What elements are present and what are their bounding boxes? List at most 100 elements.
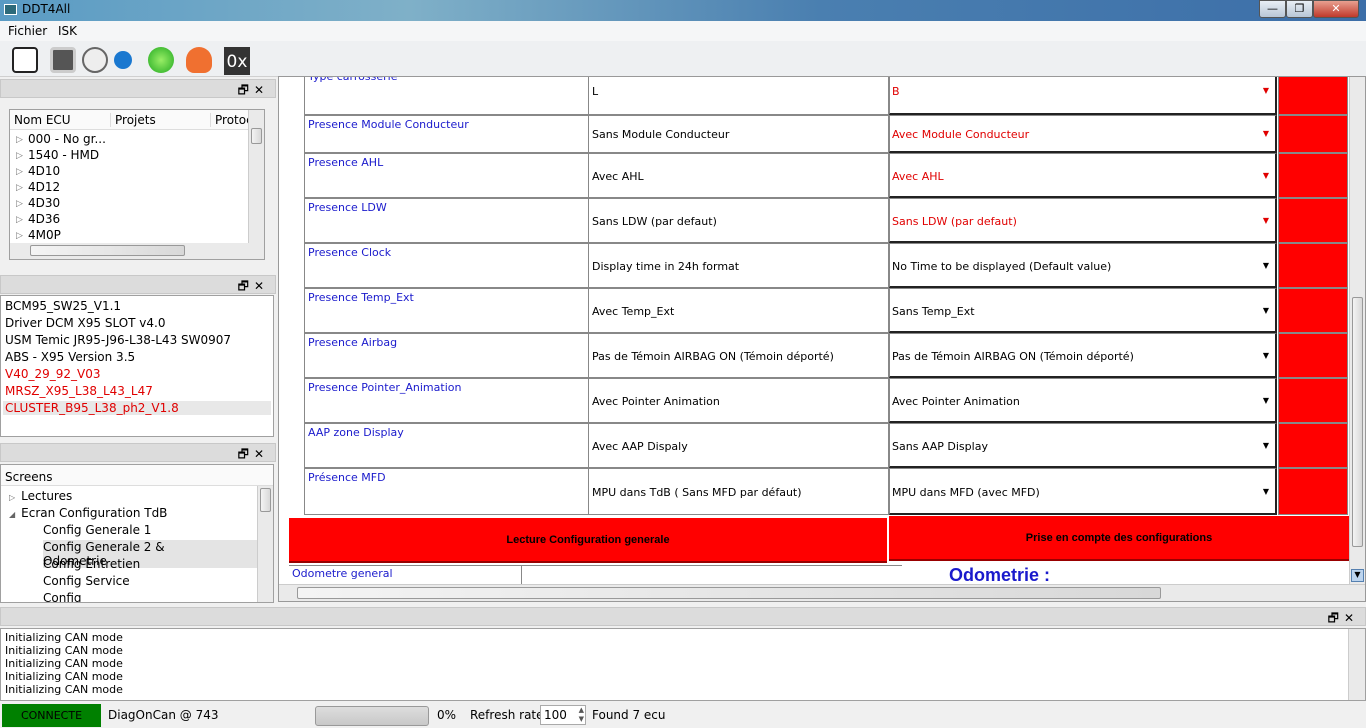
screen-item[interactable]: Config Entretien [43, 557, 140, 571]
ecu-item[interactable]: 000 - No gr... [16, 132, 106, 147]
ecu-list-item[interactable]: ABS - X95 Version 3.5 [5, 350, 135, 364]
ecu-list-item[interactable]: V40_29_92_V03 [5, 367, 101, 381]
screen-item[interactable]: ▷ Lectures [9, 489, 72, 503]
ecu-tree-hscroll[interactable] [10, 243, 264, 259]
param-combo-value: Sans LDW (par defaut) [892, 214, 1017, 228]
odometer-title: Odometrie : [949, 565, 1051, 585]
param-label: Presence Pointer_Animation [308, 381, 462, 394]
read-config-button[interactable]: Lecture Configuration generale [289, 518, 887, 563]
minimize-button[interactable]: — [1259, 0, 1286, 18]
param-select[interactable]: Sans AAP Display ▼ [889, 423, 1277, 468]
chevron-down-icon[interactable]: ▼ [1263, 86, 1269, 95]
param-current-value: Sans Module Conducteur [592, 128, 730, 141]
param-label: Présence MFD [308, 471, 386, 484]
close-button[interactable]: ✕ [1313, 0, 1359, 18]
ecu-list-item[interactable]: Driver DCM X95 SLOT v4.0 [5, 316, 165, 330]
panel-controls[interactable]: 🗗✕ [238, 81, 269, 102]
chevron-down-icon[interactable]: ▼ [1263, 441, 1269, 450]
ecu-tree-vscroll[interactable] [248, 110, 264, 243]
expand-icon[interactable]: ▷ [9, 493, 15, 502]
ecu-item[interactable]: 4M0P [16, 228, 61, 243]
refresh-rate-spinbox[interactable]: 100 ▲ ▼ [540, 705, 586, 725]
param-label-cell: Type carrosserie [304, 77, 589, 115]
screens-tree: Screens ▷ Lectures ◢ Ecran Configuration Td… [0, 464, 274, 603]
chevron-down-icon[interactable]: ▼ [1263, 487, 1269, 496]
chevron-down-icon[interactable]: ▼ [1263, 171, 1269, 180]
screen-item[interactable]: Config Generale 1 [43, 523, 151, 537]
param-status-indicator [1278, 378, 1348, 423]
param-status-indicator [1278, 288, 1348, 333]
chevron-down-icon[interactable]: ▼ [1263, 396, 1269, 405]
param-select[interactable]: No Time to be displayed (Default value) ▼ [889, 243, 1277, 288]
column-protocol[interactable]: Protoc [210, 113, 248, 127]
qr-search-icon[interactable] [12, 47, 38, 73]
param-label: Presence Clock [308, 246, 392, 259]
chevron-down-icon[interactable]: ▼ [1263, 216, 1269, 225]
param-select[interactable]: Pas de Témoin AIRBAG ON (Témoin déporté)… [889, 333, 1277, 378]
refresh-rate-value[interactable]: 100 [544, 708, 567, 722]
param-status-indicator [1278, 115, 1348, 153]
screen-item-label: Config [43, 591, 82, 603]
param-value-cell: Avec Temp_Ext [588, 288, 889, 333]
ecu-list-item[interactable]: MRSZ_X95_L38_L43_L47 [5, 384, 153, 398]
spin-arrows-icon[interactable]: ▲ ▼ [579, 706, 584, 724]
screen-item[interactable]: ◢ Ecran Configuration TdB [9, 506, 167, 520]
screen-item[interactable]: Config [43, 591, 82, 603]
refresh-green-icon[interactable] [148, 47, 174, 73]
screen-item[interactable]: Config Service [43, 574, 130, 588]
log-vscroll[interactable] [1348, 629, 1365, 700]
param-label-cell: Presence LDW [304, 198, 589, 243]
ecu-list-item[interactable]: BCM95_SW25_V1.1 [5, 299, 121, 313]
param-combo-value: Sans AAP Display [892, 439, 988, 453]
param-current-value: MPU dans TdB ( Sans MFD par défaut) [592, 485, 802, 499]
panel-controls[interactable]: 🗗✕ [1328, 609, 1359, 630]
apply-config-button[interactable]: Prise en compte des configurations [889, 516, 1349, 561]
expand-icon[interactable]: ◢ [9, 510, 15, 519]
chevron-down-icon[interactable]: ▼ [1263, 261, 1269, 270]
ecu-list-item[interactable]: USM Temic JR95-J96-L38-L43 SW0907 [5, 333, 231, 347]
column-projets[interactable]: Projets [110, 113, 210, 127]
maximize-button[interactable]: ❐ [1286, 0, 1313, 18]
param-status-indicator [1278, 423, 1348, 468]
heart-monitor-icon[interactable] [186, 47, 212, 73]
screens-vscroll[interactable] [257, 486, 273, 602]
param-select[interactable]: Sans LDW (par defaut) ▼ [889, 198, 1277, 243]
param-select[interactable]: MPU dans MFD (avec MFD) ▼ [889, 468, 1277, 515]
menu-isk[interactable]: ISK [58, 24, 77, 38]
ecu-item[interactable]: 4D12 [16, 180, 60, 195]
ecu-item[interactable]: 4D36 [16, 212, 60, 227]
menu-fichier[interactable]: Fichier [8, 24, 47, 38]
sniffer-icon[interactable] [82, 47, 108, 73]
ecu-item[interactable]: 4D30 [16, 196, 60, 211]
param-label: AAP zone Display [308, 426, 404, 439]
param-select[interactable]: Avec AHL ▼ [889, 153, 1277, 198]
panel-controls[interactable]: 🗗✕ [238, 445, 269, 466]
chevron-down-icon[interactable]: ▼ [1263, 351, 1269, 360]
column-nom-ecu[interactable]: Nom ECU [14, 113, 71, 127]
screens-header: Screens [5, 470, 53, 484]
param-select[interactable]: Avec Pointer Animation ▼ [889, 378, 1277, 423]
param-value-cell: Avec Pointer Animation [588, 378, 889, 423]
scroll-down-icon[interactable]: ▼ [1351, 569, 1364, 582]
chevron-down-icon[interactable]: ▼ [1263, 306, 1269, 315]
ecu-item[interactable]: 4D10 [16, 164, 60, 179]
monitor-icon[interactable] [50, 47, 76, 73]
hex-icon[interactable]: 0x [224, 47, 250, 75]
main-hscroll[interactable] [279, 584, 1365, 601]
refresh-small-icon[interactable] [114, 51, 132, 69]
param-select[interactable]: Avec Module Conducteur ▼ [889, 115, 1277, 153]
param-select[interactable]: Sans Temp_Ext ▼ [889, 288, 1277, 333]
param-label: Presence Module Conducteur [308, 118, 469, 131]
ecu-item[interactable]: 1540 - HMD [16, 148, 99, 163]
connection-status: CONNECTE [2, 704, 101, 727]
param-label: Presence Temp_Ext [308, 291, 414, 304]
param-label-cell: Presence AHL [304, 153, 589, 198]
ecu-list-item[interactable]: CLUSTER_B95_L38_ph2_V1.8 [3, 401, 271, 415]
chevron-down-icon[interactable]: ▼ [1263, 129, 1269, 138]
param-current-value: Pas de Témoin AIRBAG ON (Témoin déporté) [592, 349, 834, 363]
ecu-list-header: 🗗✕ [0, 275, 276, 294]
param-status-indicator [1278, 243, 1348, 288]
status-bar: CONNECTE DiagOnCan @ 743 0% Refresh rate… [0, 702, 1366, 728]
main-vscroll[interactable]: ▼ [1349, 77, 1365, 584]
param-select[interactable]: B ▼ [889, 77, 1277, 115]
